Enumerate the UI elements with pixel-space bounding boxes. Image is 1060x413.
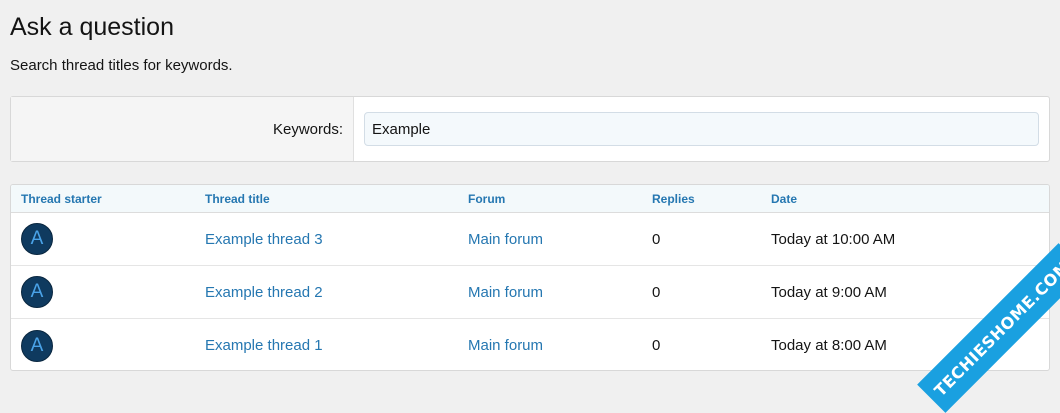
replies-count: 0 (652, 230, 661, 248)
table-row: A Example thread 2 Main forum 0 Today at… (11, 266, 1049, 319)
keywords-input-cell (354, 97, 1049, 161)
replies-count: 0 (652, 283, 661, 301)
thread-title-cell: Example thread 1 (205, 337, 468, 354)
thread-date: Today at 10:00 AM (771, 230, 896, 248)
results-table: Thread starter Thread title Forum Replie… (10, 184, 1050, 371)
forum-link[interactable]: Main forum (468, 284, 543, 301)
avatar[interactable]: A (21, 223, 53, 255)
table-row: A Example thread 3 Main forum 0 Today at… (11, 213, 1049, 266)
avatar[interactable]: A (21, 276, 53, 308)
thread-title-link[interactable]: Example thread 1 (205, 337, 323, 354)
keywords-input[interactable] (364, 112, 1039, 146)
replies-count: 0 (652, 337, 661, 354)
column-header-thread-starter[interactable]: Thread starter (11, 192, 205, 206)
avatar[interactable]: A (21, 329, 53, 362)
page-title: Ask a question (10, 13, 174, 41)
forum-link[interactable]: Main forum (468, 231, 543, 248)
thread-starter-cell: A (11, 329, 205, 362)
search-panel: Keywords: (10, 96, 1050, 162)
forum-link[interactable]: Main forum (468, 337, 543, 354)
column-header-replies[interactable]: Replies (652, 192, 771, 206)
forum-cell: Main forum (468, 231, 652, 248)
keywords-label: Keywords: (11, 97, 354, 161)
thread-starter-cell: A (11, 276, 205, 308)
page-description: Search thread titles for keywords. (10, 57, 233, 74)
column-header-forum[interactable]: Forum (468, 192, 652, 206)
forum-cell: Main forum (468, 284, 652, 301)
column-header-thread-title[interactable]: Thread title (205, 192, 468, 206)
table-header: Thread starter Thread title Forum Replie… (11, 185, 1049, 213)
thread-title-link[interactable]: Example thread 2 (205, 284, 323, 301)
column-header-date[interactable]: Date (771, 192, 1049, 206)
thread-title-cell: Example thread 3 (205, 231, 468, 248)
thread-title-link[interactable]: Example thread 3 (205, 231, 323, 248)
forum-cell: Main forum (468, 337, 652, 354)
table-row: A Example thread 1 Main forum 0 Today at… (11, 319, 1049, 370)
thread-title-cell: Example thread 2 (205, 284, 468, 301)
thread-starter-cell: A (11, 223, 205, 255)
